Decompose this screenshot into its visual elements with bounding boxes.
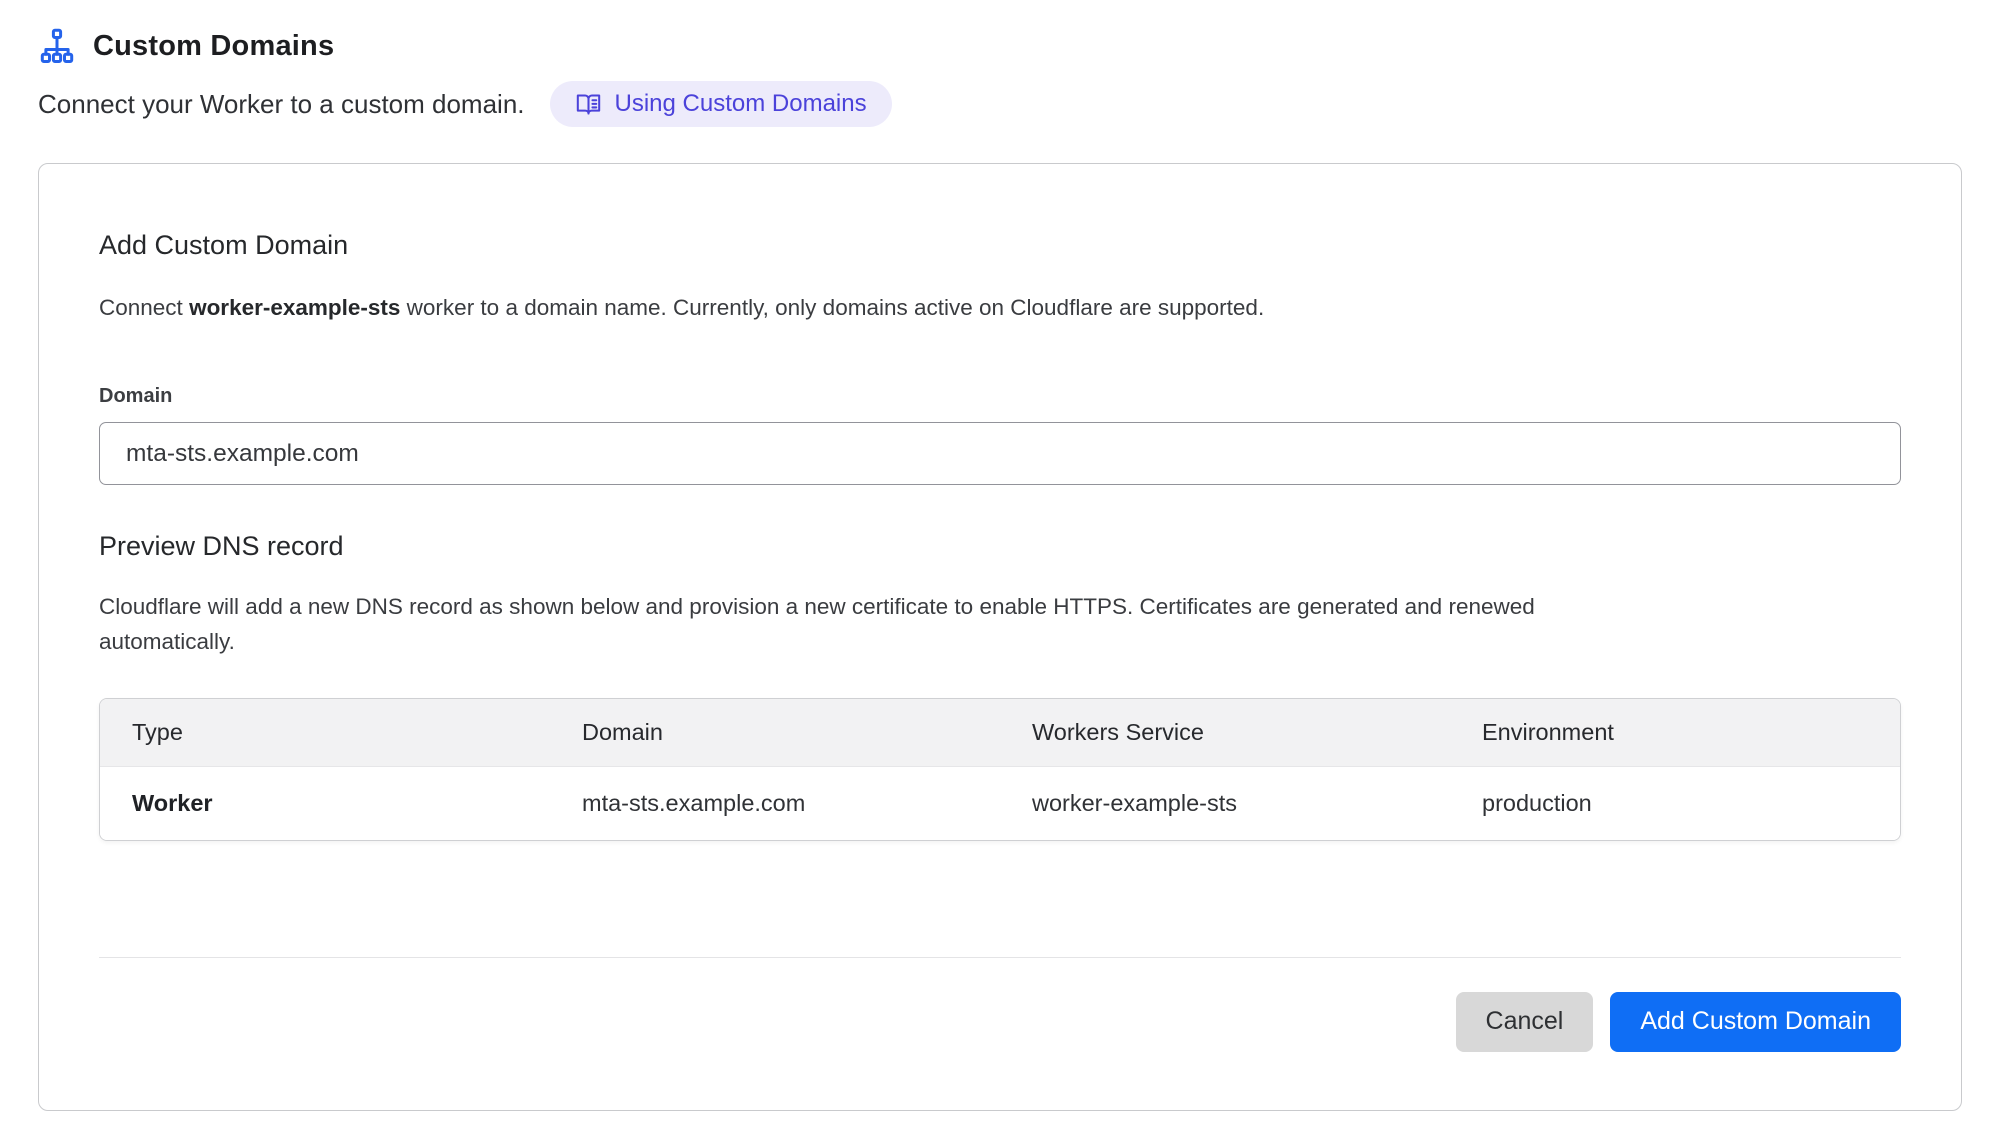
docs-link-label: Using Custom Domains	[615, 90, 867, 118]
dns-preview-table: Type Domain Workers Service Environment …	[99, 698, 1901, 841]
footer-actions: Cancel Add Custom Domain	[99, 992, 1901, 1052]
preview-dns-heading: Preview DNS record	[99, 531, 1901, 562]
cell-environment: production	[1450, 766, 1900, 840]
worker-name: worker-example-sts	[189, 295, 400, 320]
col-header-workers-service: Workers Service	[1000, 699, 1450, 767]
domain-input[interactable]	[99, 422, 1901, 485]
col-header-domain: Domain	[550, 699, 1000, 767]
add-custom-domain-button[interactable]: Add Custom Domain	[1610, 992, 1901, 1052]
table-header-row: Type Domain Workers Service Environment	[100, 699, 1900, 767]
page-header: Custom Domains	[38, 28, 1962, 64]
page-title: Custom Domains	[93, 30, 334, 63]
preview-dns-description: Cloudflare will add a new DNS record as …	[99, 590, 1579, 660]
cell-domain: mta-sts.example.com	[550, 766, 1000, 840]
col-header-environment: Environment	[1450, 699, 1900, 767]
page-subtitle: Connect your Worker to a custom domain.	[38, 89, 525, 120]
table-row: Worker mta-sts.example.com worker-exampl…	[100, 766, 1900, 840]
cell-workers-service: worker-example-sts	[1000, 766, 1450, 840]
cell-type: Worker	[100, 766, 550, 840]
intro-prefix: Connect	[99, 295, 189, 320]
domain-field-label: Domain	[99, 385, 1901, 408]
page: Custom Domains Connect your Worker to a …	[0, 0, 1999, 1111]
docs-link-badge[interactable]: Using Custom Domains	[550, 81, 892, 127]
footer-divider	[99, 957, 1901, 958]
col-header-type: Type	[100, 699, 550, 767]
intro-suffix: worker to a domain name. Currently, only…	[400, 295, 1264, 320]
cancel-button[interactable]: Cancel	[1456, 992, 1594, 1052]
card-heading: Add Custom Domain	[99, 230, 1901, 261]
intro-text: Connect worker-example-sts worker to a d…	[99, 295, 1901, 321]
open-book-icon	[575, 91, 602, 118]
subtitle-row: Connect your Worker to a custom domain. …	[38, 81, 1962, 127]
sitemap-icon	[38, 28, 76, 64]
add-custom-domain-card: Add Custom Domain Connect worker-example…	[38, 163, 1962, 1111]
